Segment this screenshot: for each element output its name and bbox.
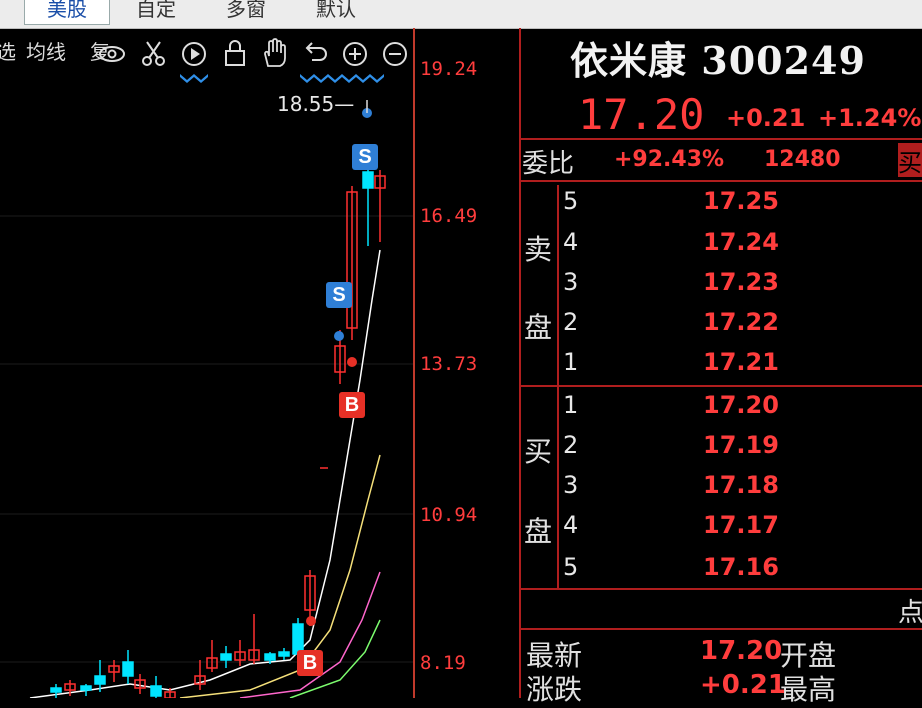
price-axis-label: 8.19 [420, 652, 466, 674]
price-axis-label: 16.49 [420, 205, 478, 227]
weicha-value: 12480 [764, 147, 841, 172]
scissors-icon[interactable] [140, 38, 168, 68]
menu-multi-window[interactable]: 多窗 [226, 0, 266, 24]
high-price-annotation: 18.55— [277, 92, 355, 116]
price-axis-label: 10.94 [420, 504, 478, 526]
candle-body [264, 653, 276, 661]
sell-dot [334, 331, 344, 341]
orderbook-sell-row[interactable]: 1 17.21 [560, 345, 920, 385]
sell-marker[interactable]: S [352, 144, 378, 170]
candle-body [362, 171, 374, 189]
orderbook-buy-row[interactable]: 3 17.18 [560, 468, 920, 508]
change-label: 涨跌 [526, 673, 583, 706]
buy-dot [347, 357, 357, 367]
stock-title: 依米康 300249 [522, 30, 914, 85]
orderbook-price: 17.16 [703, 553, 779, 581]
toolbar-select[interactable]: 选 [0, 36, 16, 65]
orderbook-price: 17.23 [703, 268, 779, 296]
orderbook-buy-row[interactable]: 5 17.16 [560, 550, 920, 590]
orderbook-price: 17.25 [703, 187, 779, 215]
divider [521, 180, 922, 182]
buy-dot [306, 616, 316, 626]
candle-body [278, 651, 290, 657]
orderbook-level: 3 [563, 268, 579, 296]
orderbook-price: 17.21 [703, 348, 779, 376]
price-change-percent: +1.24% [818, 104, 922, 132]
sell-side-label: 卖 [524, 233, 553, 266]
orderbook-price: 17.24 [703, 228, 779, 256]
stock-code: 300249 [701, 38, 866, 83]
high-label: 最高 [780, 673, 837, 706]
candle-body [50, 687, 62, 693]
divider [521, 138, 922, 140]
orderbook-sell-row[interactable]: 2 17.22 [560, 305, 920, 345]
candle-body [122, 661, 134, 677]
orderbook-level: 5 [563, 187, 579, 215]
zoom-in-icon[interactable] [341, 38, 369, 68]
orderbook-level: 1 [563, 348, 579, 376]
zoom-out-icon[interactable] [381, 38, 409, 68]
orderbook-buy-row[interactable]: 2 17.19 [560, 428, 920, 468]
sell-marker[interactable]: S [326, 282, 352, 308]
orderbook-level: 2 [563, 308, 579, 336]
orderbook-sell-row[interactable]: 5 17.25 [560, 184, 920, 224]
hand-icon[interactable] [260, 38, 288, 68]
latest-value: 17.20 [700, 636, 783, 666]
price-axis-label: 19.24 [420, 58, 478, 80]
orderbook-level: 1 [563, 391, 579, 419]
buy-side-label: 买 [524, 435, 553, 468]
orderbook-price: 17.18 [703, 471, 779, 499]
orderbook-level: 3 [563, 471, 579, 499]
eye-icon[interactable] [98, 38, 126, 68]
orderbook-level: 4 [563, 511, 579, 539]
moving-average-line [29, 249, 381, 699]
top-menu-bar: 美股 自定 多窗 默认 [0, 0, 922, 29]
orderbook-price: 17.20 [703, 391, 779, 419]
orderbook-sell-row[interactable]: 3 17.23 [560, 265, 920, 305]
buy-tag[interactable]: 买 [898, 143, 922, 177]
kline-chart-canvas [0, 100, 413, 699]
menu-us-stocks[interactable]: 美股 [24, 0, 110, 25]
price-change: +0.21 [726, 104, 806, 132]
divider [521, 385, 922, 387]
orderbook-buy-row[interactable]: 4 17.17 [560, 508, 920, 548]
weibi-percent: +92.43% [614, 147, 725, 172]
buy-side-label: 盘 [524, 515, 553, 548]
lock-icon[interactable] [221, 38, 249, 68]
candle-body [80, 685, 92, 691]
play-icon[interactable] [180, 38, 208, 68]
orderbook-level: 2 [563, 431, 579, 459]
orderbook-buy-row[interactable]: 1 17.20 [560, 388, 920, 428]
kline-chart[interactable] [0, 28, 413, 699]
stock-name: 依米康 [570, 38, 688, 83]
quote-panel-divider [519, 28, 521, 698]
toolbar-ma[interactable]: 均线 [26, 36, 66, 65]
orderbook-price: 17.19 [703, 431, 779, 459]
divider [521, 628, 922, 630]
undo-icon[interactable] [302, 38, 330, 68]
weibi-label: 委比 [522, 149, 575, 179]
orderbook-level: 5 [563, 553, 579, 581]
toolbar-chevrons [180, 74, 384, 83]
orderbook-price: 17.17 [703, 511, 779, 539]
candle-body [94, 675, 106, 685]
chart-axis-divider [413, 28, 415, 698]
candle-body [150, 685, 162, 697]
menu-custom[interactable]: 自定 [136, 0, 176, 24]
sell-side-label: 盘 [524, 311, 553, 344]
last-price: 17.20 [578, 90, 705, 139]
panel-label-dian: 点 [898, 598, 922, 628]
orderbook-sell-row[interactable]: 4 17.24 [560, 225, 920, 265]
high-price-value: 18.55 [277, 92, 335, 116]
chart-toolbar: 选 均线 复 [0, 34, 412, 74]
orderbook-level: 4 [563, 228, 579, 256]
price-axis-label: 13.73 [420, 353, 478, 375]
orderbook-price: 17.22 [703, 308, 779, 336]
buy-marker[interactable]: B [339, 392, 365, 418]
divider [521, 588, 922, 590]
change-value: +0.21 [700, 670, 786, 700]
buy-marker[interactable]: B [297, 650, 323, 676]
candle-body [220, 653, 232, 661]
menu-default[interactable]: 默认 [316, 0, 356, 24]
